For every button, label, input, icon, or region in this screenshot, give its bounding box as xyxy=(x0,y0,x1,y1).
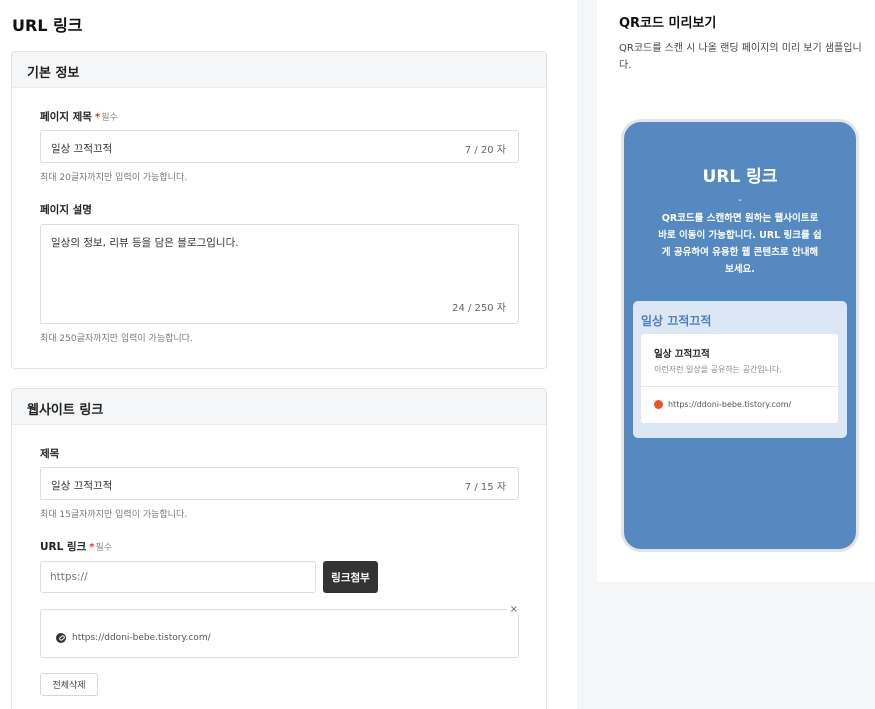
preview-panel: QR코드 미리보기 QR코드를 스캔 시 나올 랜딩 페이지의 미리 보기 샘플… xyxy=(597,0,875,582)
phone-link-item[interactable]: 일상 끄적끄적 이런저런 일상을 공유하는 공간입니다. https://ddo… xyxy=(641,334,838,423)
page-desc-textarea[interactable]: 일상의 정보, 리뷰 등을 담은 블로그입니다. 24 / 250 자 xyxy=(40,224,519,324)
delete-all-button[interactable]: 전체삭제 xyxy=(40,673,98,696)
website-link-card: 웹사이트 링크 제목 일상 끄적끄적 7 / 15 자 최대 15글자까지만 입… xyxy=(11,388,547,709)
page-title-value: 일상 끄적끄적 xyxy=(51,143,113,155)
url-label: URL 링크 *필수 xyxy=(40,539,112,554)
page-title-hint: 최대 20글자까지만 입력이 가능합니다. xyxy=(40,173,188,183)
phone-description: QR코드를 스캔하면 원하는 웹사이트로 바로 이동이 가능합니다. URL 링… xyxy=(658,213,822,275)
required-text: 필수 xyxy=(101,113,118,123)
page-desc-value: 일상의 정보, 리뷰 등을 담은 블로그입니다. xyxy=(51,237,239,249)
required-text: 필수 xyxy=(95,543,113,553)
phone-dash: - xyxy=(738,195,742,206)
required-star: * xyxy=(94,112,101,123)
page-desc-counter: 24 / 250 자 xyxy=(452,303,506,314)
page-title-label: 페이지 제목 *필수 xyxy=(40,109,118,124)
preview-area: QR코드 미리보기 QR코드를 스캔 시 나올 랜딩 페이지의 미리 보기 샘플… xyxy=(577,0,875,709)
close-icon[interactable]: × xyxy=(507,604,520,615)
attached-link-box: × https://ddoni-bebe.tistory.com/ xyxy=(40,604,520,658)
basic-info-header: 기본 정보 xyxy=(12,52,546,88)
required-star: * xyxy=(89,542,95,553)
website-link-header: 웹사이트 링크 xyxy=(12,389,546,425)
phone-link-desc: 이런저런 일상을 공유하는 공간입니다. xyxy=(654,365,782,374)
attached-link-url: https://ddoni-bebe.tistory.com/ xyxy=(72,633,211,643)
phone-card-title: 일상 끄적끄적 xyxy=(641,314,712,328)
page-desc-label: 페이지 설명 xyxy=(40,204,92,216)
link-title-value: 일상 끄적끄적 xyxy=(51,480,113,492)
page-title: URL 링크 xyxy=(12,16,83,35)
link-title-input[interactable]: 일상 끄적끄적 7 / 15 자 xyxy=(40,467,519,500)
page-desc-hint: 최대 250글자까지만 입력이 가능합니다. xyxy=(40,334,193,344)
phone-preview: URL 링크 - QR코드를 스캔하면 원하는 웹사이트로 바로 이동이 가능합… xyxy=(621,119,859,552)
phone-link-row: https://ddoni-bebe.tistory.com/ xyxy=(654,400,791,409)
link-icon xyxy=(56,633,66,643)
preview-title: QR코드 미리보기 xyxy=(619,16,717,31)
tistory-icon xyxy=(654,400,663,409)
phone-link-title: 일상 끄적끄적 xyxy=(654,349,710,360)
url-label-text: URL 링크 xyxy=(40,541,87,553)
page-title-label-text: 페이지 제목 xyxy=(40,111,92,123)
phone-link-url: https://ddoni-bebe.tistory.com/ xyxy=(668,400,792,409)
phone-link-card: 일상 끄적끄적 일상 끄적끄적 이런저런 일상을 공유하는 공간입니다. htt… xyxy=(633,301,847,438)
link-title-hint: 최대 15글자까지만 입력이 가능합니다. xyxy=(40,510,188,520)
url-input[interactable] xyxy=(40,561,316,593)
phone-heading: URL 링크 xyxy=(702,167,778,187)
link-title-label: 제목 xyxy=(40,448,60,460)
preview-description: QR코드를 스캔 시 나올 랜딩 페이지의 미리 보기 샘플입니다. xyxy=(619,43,862,71)
attach-link-button[interactable]: 링크첨부 xyxy=(323,561,378,593)
attached-link-item[interactable]: https://ddoni-bebe.tistory.com/ xyxy=(56,633,211,643)
link-title-counter: 7 / 15 자 xyxy=(464,482,506,493)
editor-panel: URL 링크 기본 정보 페이지 제목 *필수 일상 끄적끄적 7 / 20 자 … xyxy=(0,0,577,709)
divider xyxy=(641,386,838,387)
page-title-counter: 7 / 20 자 xyxy=(464,145,506,156)
page-title-input[interactable]: 일상 끄적끄적 7 / 20 자 xyxy=(40,130,519,163)
basic-info-card: 기본 정보 페이지 제목 *필수 일상 끄적끄적 7 / 20 자 최대 20글자… xyxy=(11,51,547,369)
